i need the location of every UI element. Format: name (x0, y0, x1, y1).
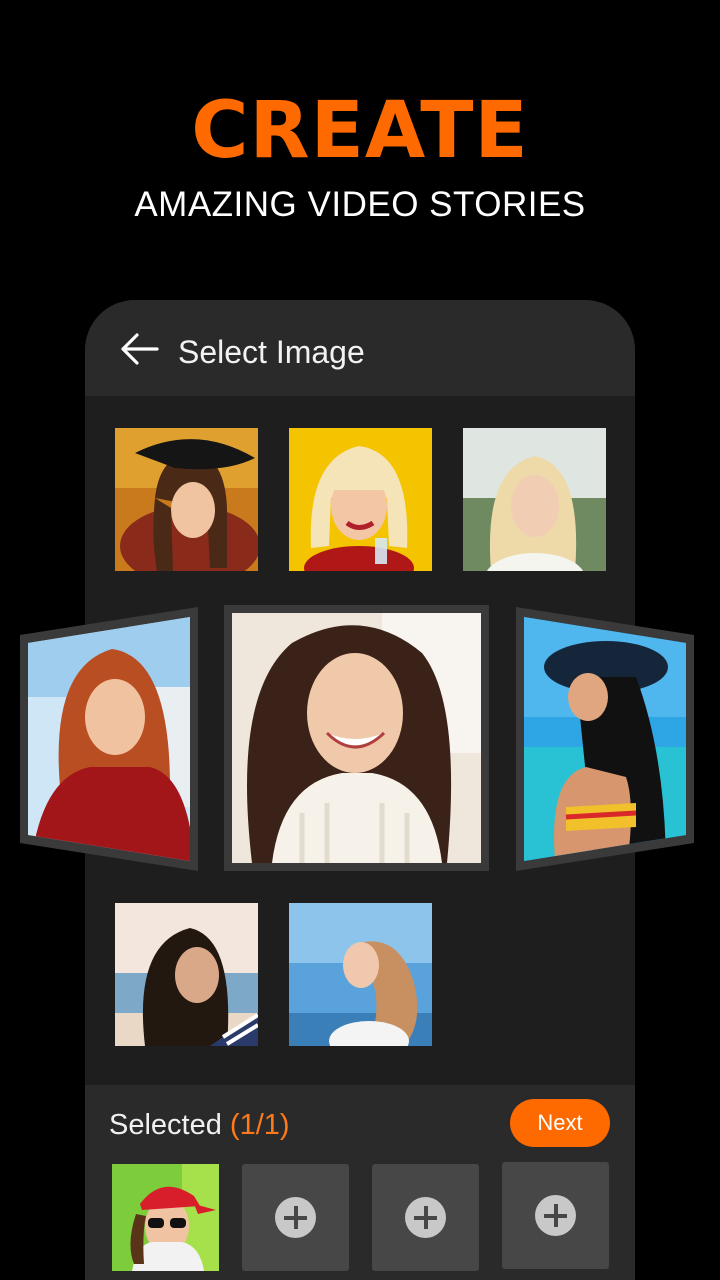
arrow-left-icon[interactable] (119, 332, 159, 366)
plus-circle-icon (405, 1197, 446, 1238)
promo-subline: AMAZING VIDEO STORIES (134, 185, 586, 224)
photo-woman-red-cap-sunglasses (112, 1164, 219, 1271)
carousel-photo-right[interactable] (516, 607, 694, 871)
photo-blonde-bob-drink[interactable] (289, 428, 432, 571)
empty-photo-slot[interactable] (372, 1164, 479, 1271)
selected-count: (1/1) (229, 1109, 290, 1141)
selected-label: Selected (1/1) (109, 1109, 290, 1142)
selected-panel: Selected (1/1) Next (85, 1085, 635, 1280)
empty-photo-slot[interactable] (242, 1164, 349, 1271)
photo-woman-black-hat[interactable] (115, 428, 258, 571)
photo-woman-beach-stripes[interactable] (115, 903, 258, 1046)
selected-photo-slot[interactable] (112, 1164, 219, 1271)
photo-woman-sky-hair[interactable] (289, 903, 432, 1046)
empty-photo-slot[interactable] (502, 1162, 609, 1269)
plus-circle-icon (275, 1197, 316, 1238)
next-button[interactable]: Next (510, 1099, 610, 1147)
promo-headline: CREATE (191, 86, 529, 176)
carousel-photo-left[interactable] (20, 607, 198, 871)
plus-circle-icon (535, 1195, 576, 1236)
page-title: Select Image (178, 334, 365, 370)
carousel-photo-center[interactable] (224, 605, 489, 871)
photo-blonde-outdoor[interactable] (463, 428, 606, 571)
selected-label-text: Selected (109, 1109, 222, 1141)
app-bar: Select Image (85, 300, 635, 396)
